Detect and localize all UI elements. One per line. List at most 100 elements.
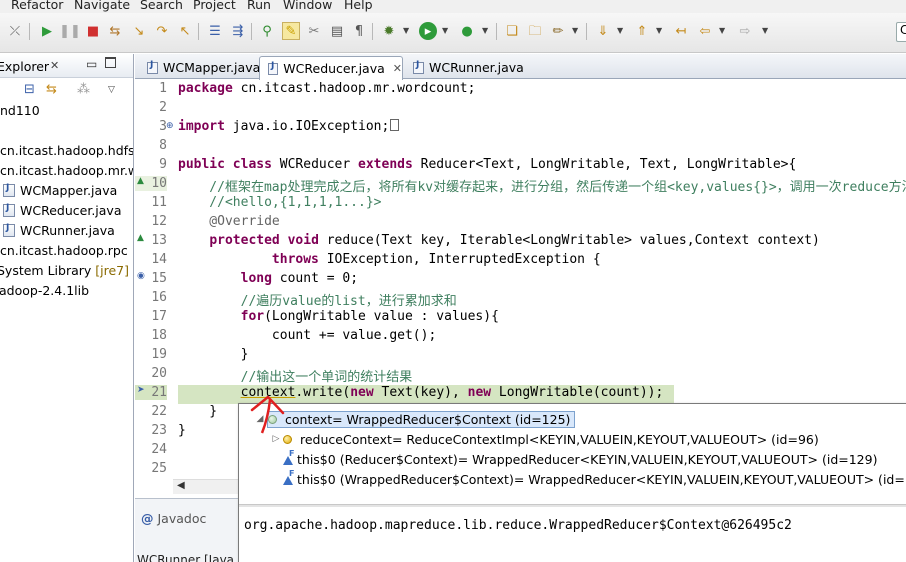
tree-item-java-file[interactable]: WCRunner.java [3,223,133,242]
code-token: reduce(Text key, Iterable<LongWritable> … [318,233,820,248]
expand-triangle-icon[interactable]: ▷ [269,434,283,444]
tree-item-library[interactable]: System Library [jre7] [0,263,131,282]
toggle-word-wrap-icon[interactable]: ▤ [328,22,346,40]
java-file-icon [147,60,158,74]
variable-row[interactable]: ◢ context= WrappedReducer$Context (id=12… [253,409,576,429]
debug-skip-icon[interactable]: ⤫ [6,22,24,40]
tab-wcmapper[interactable]: WCMapper.java [139,56,260,79]
toggle-block-icon[interactable]: ✂ [305,22,323,40]
focus-icon[interactable]: ⁂ [77,82,90,97]
close-icon[interactable]: ✕ [50,59,59,72]
step-over-icon[interactable]: ↷ [153,22,171,40]
menu-run[interactable]: Run [247,0,271,12]
package-explorer: Explorer ✕ ▭ ⊟ ⇆ ⁂ ▽ nd110 cn.itcast.had… [0,54,134,562]
run-external-icon[interactable]: ● [458,22,476,40]
line-number: 11 [151,195,167,210]
terminate-icon[interactable]: ■ [84,22,102,40]
code-token: WCReducer [271,157,359,172]
tree-item-label: nd110 [0,103,40,118]
chevron-down-icon[interactable]: ▼ [482,26,488,35]
forward-icon[interactable]: ⇨ [736,22,754,40]
variable-row[interactable]: Fthis$0 (WrappedReducer$Context)= Wrappe… [283,469,906,489]
scroll-left-icon[interactable]: ◀ [177,480,185,491]
code-line: //输出这一个单词的统计结果 [178,370,413,385]
tree-item-label: WCRunner.java [20,223,115,238]
view-menu-icon[interactable]: ▽ [108,85,115,95]
back-icon[interactable]: ⇦ [696,22,714,40]
selected-variable[interactable]: context= WrappedReducer$Context (id=125) [267,410,576,428]
chevron-down-icon[interactable]: ▼ [762,26,768,35]
code-line: } [178,404,218,419]
previous-annotation-icon[interactable]: ⇑ [633,22,651,40]
menu-help[interactable]: Help [344,0,373,12]
variable-detail-pane: org.apache.hadoop.mapreduce.lib.reduce.W… [244,518,792,533]
folded-block-icon[interactable] [390,119,400,131]
debug-icon[interactable]: ✹ [380,22,398,40]
chevron-down-icon[interactable]: ▼ [719,26,725,35]
close-icon[interactable]: ✕ [393,62,402,75]
next-annotation-icon[interactable]: ⇓ [594,22,612,40]
tab-wcrunner[interactable]: WCRunner.java [405,56,524,79]
tree-item-package[interactable]: cn.itcast.hadoop.mr.w [0,163,134,182]
expand-triangle-icon[interactable]: ◢ [253,414,267,424]
variable-row[interactable]: ▷ reduceContext= ReduceContextImpl<KEYIN… [269,429,819,449]
code-token: long [240,271,272,286]
toggle-breakpoint-icon[interactable]: ⚲ [258,22,276,40]
line-number: 22 [151,404,167,419]
code-token: IOException, InterruptedException { [318,252,601,267]
link-with-editor-icon[interactable]: ⇆ [46,82,57,97]
breakpoint-icon[interactable]: ◉ [137,271,145,281]
use-step-filters-icon[interactable]: ⇶ [229,22,247,40]
menu-search[interactable]: Search [140,0,183,12]
run-icon[interactable]: ▸ [419,22,437,40]
tree-item-package[interactable]: cn.itcast.hadoop.rpc [0,243,133,262]
code-token: public [178,157,225,172]
new-java-project-icon[interactable]: ❏ [503,22,521,40]
chevron-down-icon[interactable]: ▼ [572,26,578,35]
tree-item-project[interactable]: nd110 [0,103,133,122]
tree-item-java-file[interactable]: WCMapper.java [3,183,133,202]
minimize-icon[interactable]: ▭ [86,57,97,71]
collapse-all-icon[interactable]: ⊟ [24,82,35,97]
tree-item-library[interactable]: adoop-2.4.1lib [0,283,133,302]
tab-wcreducer[interactable]: WCReducer.java ✕ [259,56,403,80]
show-whitespace-icon[interactable]: ¶ [350,22,368,40]
java-file-icon [268,61,279,75]
menu-navigate[interactable]: Navigate [74,0,130,12]
code-token: protected [209,233,280,248]
last-edit-icon[interactable]: ↤ [672,22,690,40]
menu-window[interactable]: Window [283,0,332,12]
menu-project[interactable]: Project [193,0,236,12]
menu-refactor[interactable]: Refactor [11,0,63,12]
code-token: new [467,385,492,400]
editor-tab-bar: WCMapper.java WCReducer.java ✕ WCRunner.j… [135,54,906,80]
code-token[interactable]: context [241,385,296,400]
step-return-icon[interactable]: ↖ [176,22,194,40]
open-folder-icon[interactable]: 🗀 [526,22,544,40]
maximize-icon[interactable] [105,57,116,68]
tree-item-package[interactable]: cn.itcast.hadoop.hdfs [0,143,133,162]
tab-label: WCRunner.java [429,60,524,75]
resume-icon[interactable]: ▶ [38,22,56,40]
drop-to-frame-icon[interactable]: ☰ [206,22,224,40]
variable-row[interactable]: Fthis$0 (Reducer$Context)= WrappedReduce… [283,449,877,469]
suspend-icon[interactable]: ❚❚ [59,22,81,40]
chevron-down-icon[interactable]: ▼ [617,26,623,35]
line-number: 14 [151,252,167,267]
variable-label: reduceContext= ReduceContextImpl<KEYIN,V… [300,431,819,447]
tab-javadoc[interactable]: @ Javadoc [141,511,206,526]
step-into-icon[interactable]: ↘ [130,22,148,40]
chevron-down-icon[interactable]: ▼ [442,26,448,35]
disconnect-icon[interactable]: ⇆ [106,22,124,40]
code-line: public class WCReducer extends Reducer<T… [178,157,796,176]
quick-access-input[interactable]: C [896,22,906,42]
mark-occurrences-icon[interactable]: ✎ [282,22,300,40]
open-type-icon[interactable]: ✏ [549,22,567,40]
tree-item-label: cn.itcast.hadoop.mr.w [0,163,134,178]
chevron-down-icon[interactable]: ▼ [656,26,662,35]
popup-sash[interactable] [239,504,906,507]
code-token: void [287,233,319,248]
tree-item-java-file[interactable]: WCReducer.java [3,203,133,222]
chevron-down-icon[interactable]: ▼ [403,26,409,35]
variable-label: this$0 (WrappedReducer$Context)= Wrapped… [297,471,906,487]
